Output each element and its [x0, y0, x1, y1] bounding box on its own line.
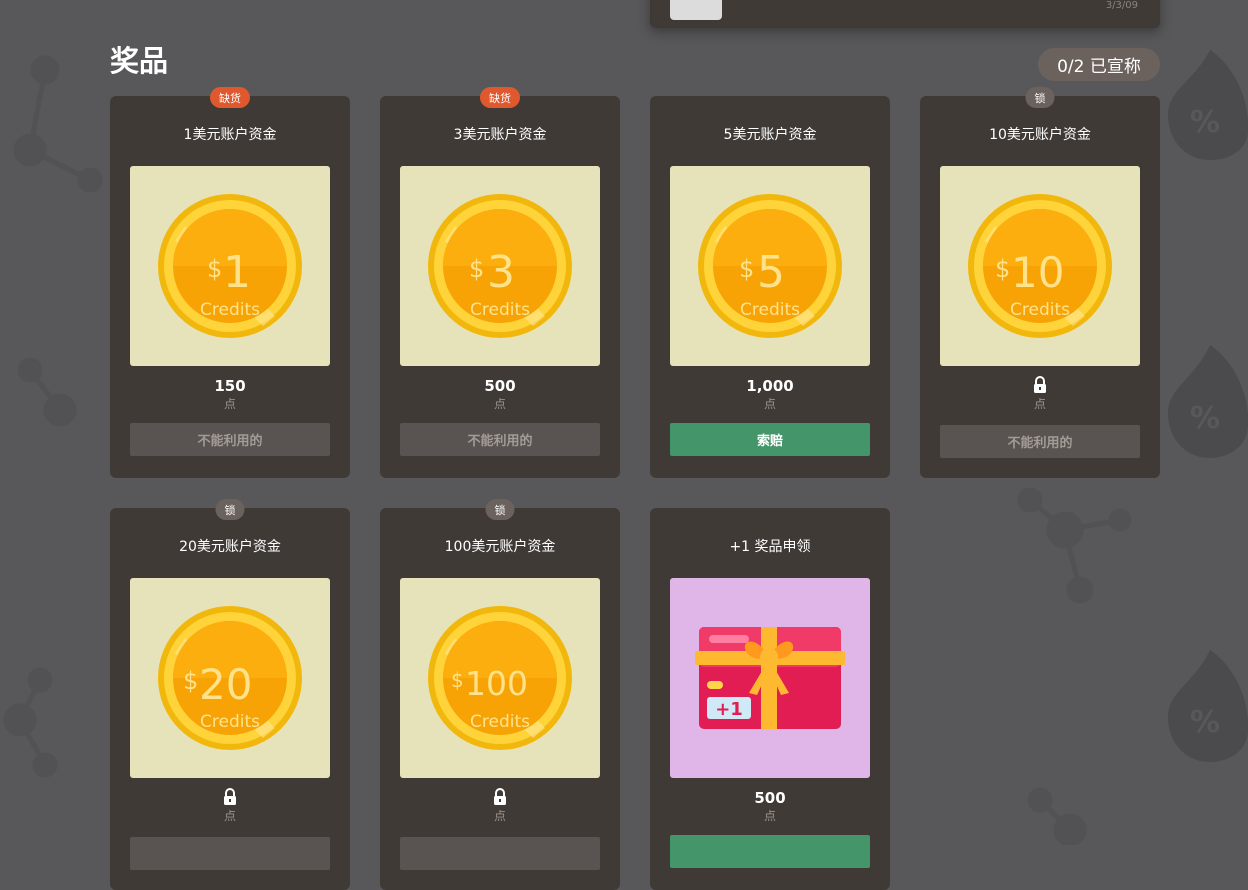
- price-value: 500: [754, 789, 786, 807]
- out-of-stock-badge: 缺货: [480, 87, 520, 108]
- reward-title: 20美元账户资金: [179, 539, 281, 555]
- unavailable-button[interactable]: 不能利用的: [940, 425, 1140, 458]
- reward-title: 1美元账户资金: [183, 127, 277, 143]
- price-value: 500: [484, 377, 516, 395]
- page-title: 奖品: [110, 44, 169, 78]
- reward-title: 5美元账户资金: [723, 127, 817, 143]
- coin-image: $ 1 Credits: [130, 166, 330, 366]
- svg-text:$: $: [451, 668, 464, 692]
- claim-button[interactable]: 索赔: [670, 423, 870, 456]
- unavailable-button[interactable]: [130, 837, 330, 870]
- locked-badge: 锁: [485, 499, 515, 520]
- unavailable-button[interactable]: 不能利用的: [400, 423, 600, 456]
- price-locked: [920, 376, 1160, 394]
- price-unit: 点: [223, 397, 236, 411]
- coin-icon: $ 100 Credits: [428, 606, 572, 750]
- svg-text:%: %: [1190, 401, 1220, 436]
- reward-title: 10美元账户资金: [989, 127, 1091, 143]
- svg-text:+1: +1: [715, 699, 743, 720]
- svg-text:$: $: [739, 255, 754, 283]
- svg-text:$: $: [207, 255, 222, 283]
- reward-title: 3美元账户资金: [453, 127, 547, 143]
- svg-text:5: 5: [757, 247, 785, 298]
- coin-image: $ 20 Credits: [130, 578, 330, 778]
- svg-text:10: 10: [1011, 248, 1064, 297]
- coin-icon: $ 5 Credits: [698, 194, 842, 338]
- svg-text:$: $: [183, 667, 198, 695]
- reward-title: +1 奖品申领: [729, 539, 811, 555]
- price-unit: 点: [1033, 397, 1046, 411]
- price-unit: 点: [493, 397, 506, 411]
- svg-text:100: 100: [465, 664, 528, 703]
- lock-icon: [224, 788, 236, 805]
- out-of-stock-badge: 缺货: [210, 87, 250, 108]
- reward-card-3: 缺货 3美元账户资金 $ 3 Credits 500 点 不能利用的: [380, 87, 620, 478]
- reward-card-extra-claim: +1 奖品申领 +1 500 点: [650, 508, 890, 890]
- lock-icon: [1034, 376, 1046, 393]
- price-value: 1,000: [746, 377, 794, 395]
- svg-text:1: 1: [223, 247, 251, 298]
- reward-card-10: 锁 10美元账户资金 $ 10 Credits 点 不能利用的: [920, 87, 1160, 478]
- svg-text:%: %: [1190, 705, 1220, 740]
- svg-text:Credits: Credits: [200, 300, 260, 320]
- coin-image: $ 3 Credits: [400, 166, 600, 366]
- coin-icon: $ 3 Credits: [428, 194, 572, 338]
- price-unit: 点: [763, 397, 776, 411]
- locked-badge: 锁: [1025, 87, 1055, 108]
- svg-text:Credits: Credits: [470, 300, 530, 320]
- svg-text:Credits: Credits: [740, 300, 800, 320]
- coin-icon: $ 1 Credits: [158, 194, 302, 338]
- svg-text:$: $: [469, 255, 484, 283]
- previous-card: 3/3/09: [650, 0, 1160, 28]
- coin-icon: $ 10 Credits: [968, 194, 1112, 338]
- locked-badge: 锁: [215, 499, 245, 520]
- svg-text:Credits: Credits: [200, 712, 260, 732]
- claimed-count-badge: 0/2 已宣称: [1038, 48, 1160, 81]
- reward-card-5: 5美元账户资金 $ 5 Credits 1,000 点 索赔: [650, 96, 890, 478]
- reward-title: 100美元账户资金: [444, 539, 556, 555]
- lock-icon: [494, 788, 506, 805]
- price-unit: 点: [763, 809, 776, 823]
- coin-image: $ 5 Credits: [670, 166, 870, 366]
- price-locked: [380, 788, 620, 806]
- unavailable-button[interactable]: [400, 837, 600, 870]
- date-text: 3/3/09: [1105, 0, 1138, 11]
- coin-icon: $ 20 Credits: [158, 606, 302, 750]
- price-unit: 点: [493, 809, 506, 823]
- svg-text:$: $: [995, 255, 1010, 283]
- coin-image: $ 10 Credits: [940, 166, 1140, 366]
- svg-text:%: %: [1190, 105, 1220, 140]
- svg-text:3: 3: [487, 247, 515, 298]
- svg-text:20: 20: [199, 660, 252, 709]
- reward-card-1: 缺货 1美元账户资金 $ 1 Credits 150 点 不能利用的: [110, 87, 350, 478]
- avatar: [670, 0, 722, 20]
- claim-button[interactable]: [670, 835, 870, 868]
- reward-card-100: 锁 100美元账户资金 $ 100 Credits 点: [380, 499, 620, 890]
- gift-card-icon: +1: [695, 627, 845, 729]
- gift-image: +1: [670, 578, 870, 778]
- svg-text:Credits: Credits: [1010, 300, 1070, 320]
- reward-card-20: 锁 20美元账户资金 $ 20 Credits 点: [110, 499, 350, 890]
- price-value: 150: [214, 377, 246, 395]
- price-unit: 点: [223, 809, 236, 823]
- coin-image: $ 100 Credits: [400, 578, 600, 778]
- price-locked: [110, 788, 350, 806]
- unavailable-button[interactable]: 不能利用的: [130, 423, 330, 456]
- svg-text:Credits: Credits: [470, 712, 530, 732]
